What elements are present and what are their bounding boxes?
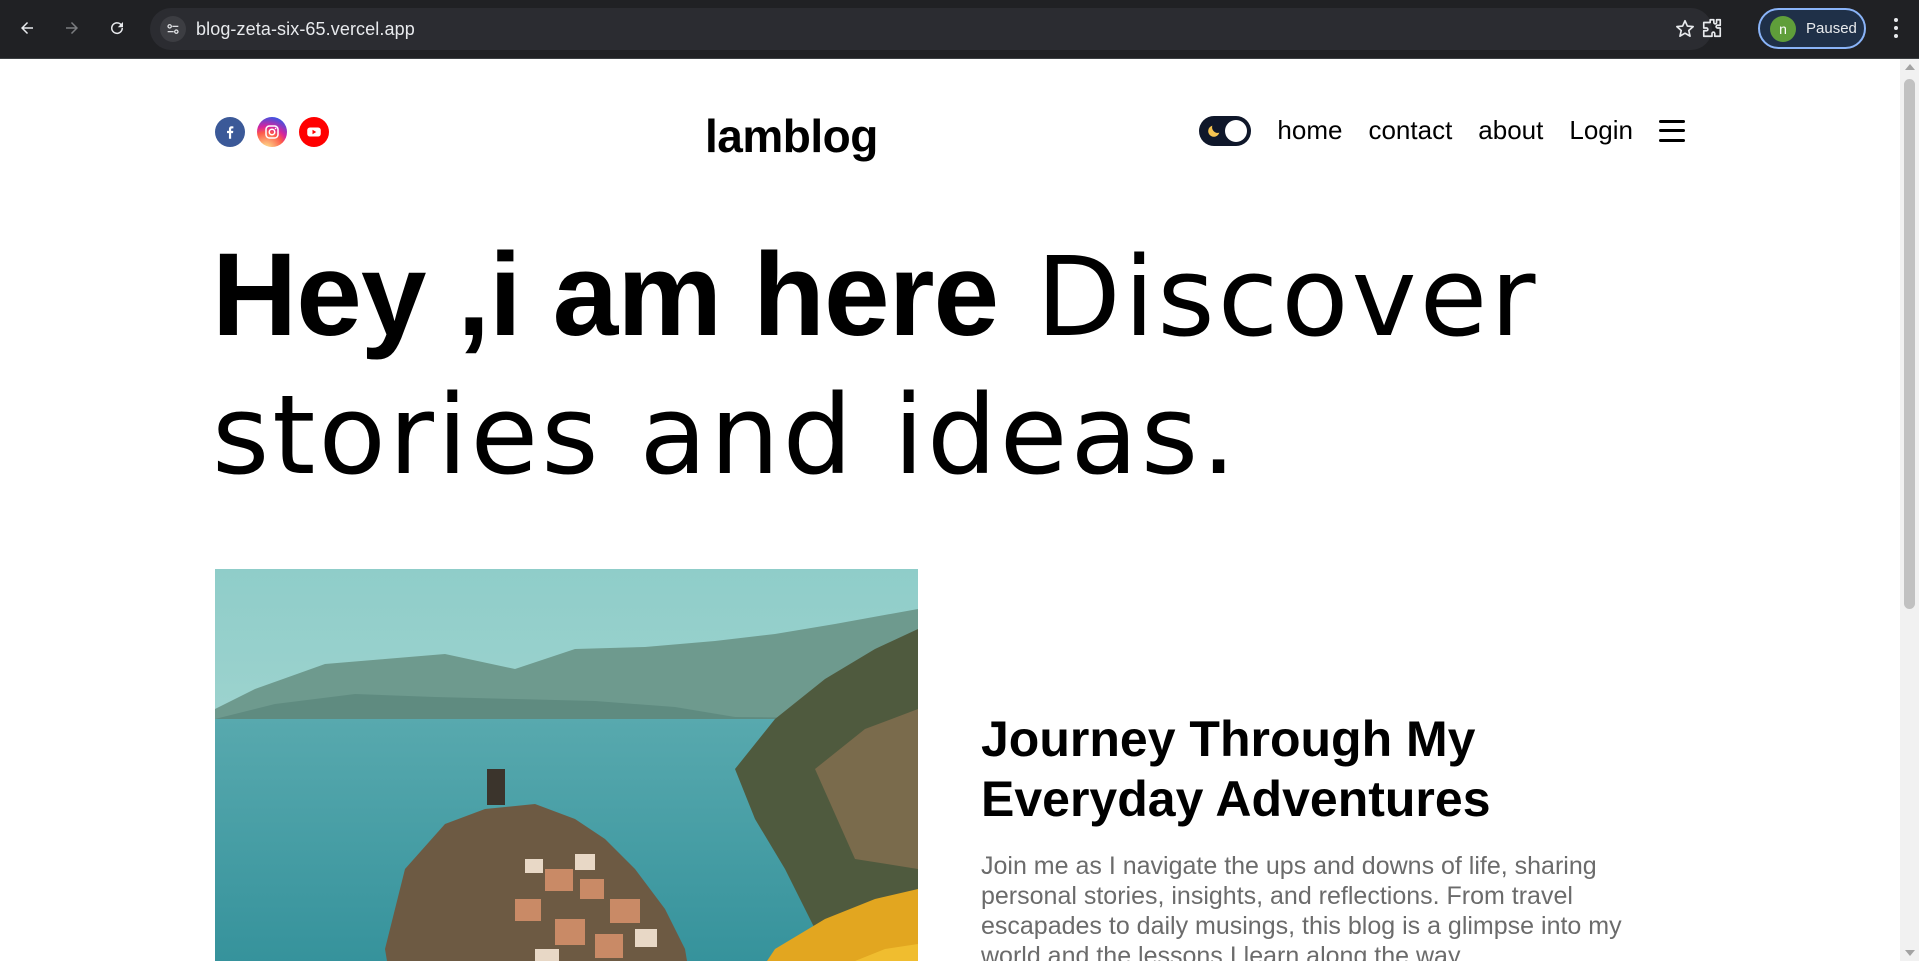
avatar: n bbox=[1770, 15, 1796, 42]
address-bar[interactable]: blog-zeta-six-65.vercel.app bbox=[150, 8, 1712, 50]
menu-dot bbox=[1894, 26, 1898, 30]
site-logo[interactable]: lamblog bbox=[705, 109, 878, 163]
nav-link-about[interactable]: about bbox=[1478, 115, 1543, 146]
hero-bold-text: Hey ,i am here bbox=[212, 229, 999, 361]
facebook-icon[interactable] bbox=[215, 117, 245, 147]
site-info-icon[interactable] bbox=[160, 16, 186, 42]
hamburger-menu-icon[interactable] bbox=[1659, 119, 1685, 142]
instagram-icon[interactable] bbox=[257, 117, 287, 147]
hamburger-line bbox=[1659, 129, 1685, 132]
bookmark-star-icon[interactable] bbox=[1674, 18, 1696, 40]
browser-menu-button[interactable] bbox=[1884, 13, 1908, 43]
extensions-button[interactable] bbox=[1697, 13, 1727, 43]
nav-link-contact[interactable]: contact bbox=[1368, 115, 1452, 146]
puzzle-icon bbox=[1702, 18, 1722, 38]
page-viewport: lamblog home contact about Login Hey ,i … bbox=[0, 59, 1900, 961]
coastal-village-image bbox=[215, 569, 918, 961]
scrollbar-thumb[interactable] bbox=[1904, 79, 1915, 609]
menu-dot bbox=[1894, 18, 1898, 22]
hamburger-line bbox=[1659, 138, 1685, 142]
dark-mode-toggle[interactable] bbox=[1199, 115, 1252, 146]
reload-icon bbox=[111, 22, 124, 35]
page-scrollbar[interactable] bbox=[1900, 59, 1919, 961]
menu-dot bbox=[1894, 34, 1898, 38]
profile-button[interactable]: n Paused bbox=[1758, 8, 1866, 49]
back-button[interactable] bbox=[12, 13, 42, 43]
nav-links: home contact about Login bbox=[1199, 115, 1685, 146]
site-navbar: lamblog home contact about Login bbox=[215, 99, 1685, 163]
youtube-icon[interactable] bbox=[299, 117, 329, 147]
forward-arrow-icon bbox=[66, 22, 78, 34]
scroll-up-arrow-icon[interactable] bbox=[1905, 64, 1915, 70]
featured-post-title[interactable]: Journey Through My Everyday Adventures bbox=[981, 709, 1541, 829]
featured-post-description: Join me as I navigate the ups and downs … bbox=[981, 852, 1622, 961]
reload-button[interactable] bbox=[102, 13, 132, 43]
nav-link-login[interactable]: Login bbox=[1569, 115, 1633, 146]
profile-status: Paused bbox=[1806, 20, 1857, 37]
moon-icon bbox=[1208, 125, 1220, 137]
forward-button[interactable] bbox=[57, 13, 87, 43]
browser-toolbar: blog-zeta-six-65.vercel.app n Paused bbox=[0, 0, 1919, 59]
toggle-knob bbox=[1225, 119, 1248, 142]
nav-link-home[interactable]: home bbox=[1277, 115, 1342, 146]
back-arrow-icon bbox=[21, 22, 33, 34]
hero-heading: Hey ,i am here Discover stories and idea… bbox=[212, 227, 1612, 503]
social-links bbox=[215, 117, 329, 147]
url-text[interactable]: blog-zeta-six-65.vercel.app bbox=[196, 19, 415, 40]
hamburger-line bbox=[1659, 119, 1685, 123]
scroll-down-arrow-icon[interactable] bbox=[1905, 950, 1915, 956]
featured-post-image[interactable] bbox=[215, 569, 918, 961]
